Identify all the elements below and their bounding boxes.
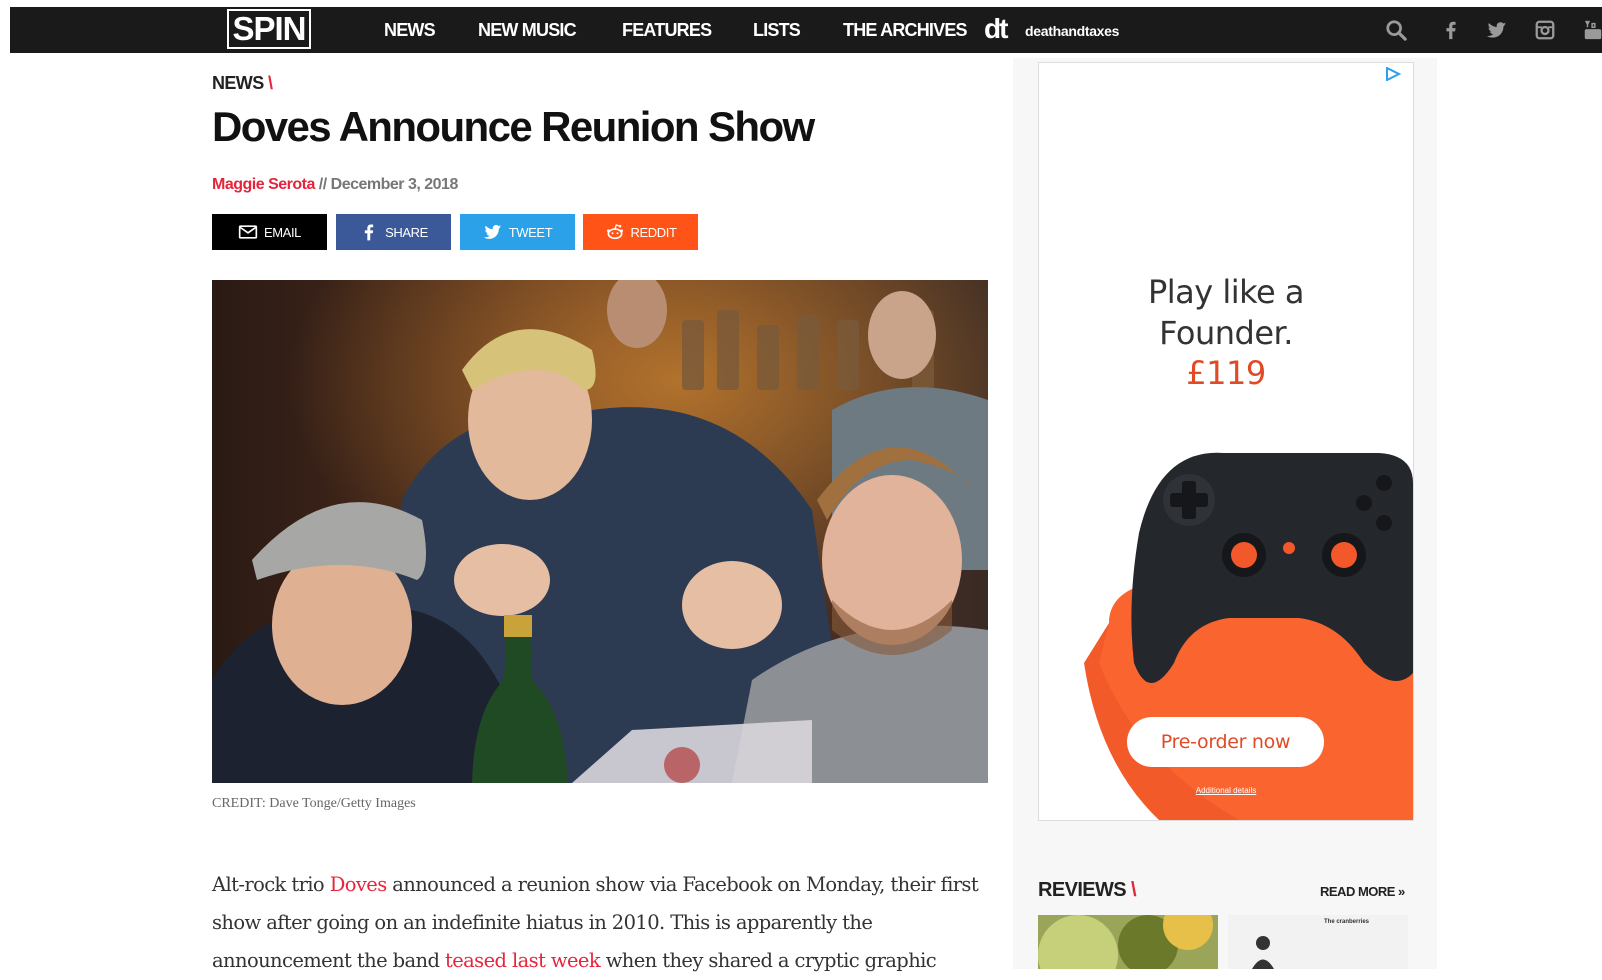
ad-headline-line-1: Play like a bbox=[1147, 273, 1305, 311]
top-navbar: SPIN NEWS NEW MUSIC FEATURES LISTS THE A… bbox=[10, 7, 1602, 53]
ad-headline-line-2: Founder. bbox=[1159, 314, 1293, 352]
nav-item-news[interactable]: NEWS bbox=[384, 20, 436, 41]
game-controller-icon bbox=[1084, 452, 1413, 820]
facebook-share-label: SHARE bbox=[385, 224, 428, 240]
ad-price: £119 bbox=[1186, 354, 1266, 392]
author-link[interactable]: Maggie Serota bbox=[212, 176, 315, 193]
email-share-label: EMAIL bbox=[263, 224, 301, 240]
ad-fine-print-link[interactable]: Additional details bbox=[1039, 786, 1413, 795]
envelope-icon bbox=[238, 225, 258, 239]
reddit-icon bbox=[606, 224, 623, 240]
twitter-share-button[interactable]: TWEET bbox=[460, 214, 575, 250]
section-slash: \ bbox=[268, 73, 273, 93]
search-icon[interactable] bbox=[1383, 17, 1409, 43]
review-thumbnail[interactable]: The cranberries bbox=[1228, 915, 1408, 969]
article-body: Alt-rock trio Doves announced a reunion … bbox=[212, 866, 992, 980]
logo-text: SPIN bbox=[227, 9, 311, 49]
section-name: NEWS bbox=[212, 73, 264, 93]
nav-item-features[interactable]: FEATURES bbox=[622, 20, 712, 41]
thumbnail-title: The cranberries bbox=[1324, 919, 1370, 925]
article-title: Doves Announce Reunion Show bbox=[212, 103, 815, 150]
spin-logo[interactable]: SPIN bbox=[226, 7, 312, 51]
date-separator: // bbox=[314, 176, 331, 193]
nav-item-new-music[interactable]: NEW MUSIC bbox=[478, 20, 577, 41]
youtube-icon[interactable] bbox=[1580, 17, 1602, 43]
deathandtaxes-link[interactable]: deathandtaxes bbox=[1025, 23, 1119, 39]
nav-item-the-archives[interactable]: THE ARCHIVES bbox=[843, 20, 968, 41]
reviews-label-text: REVIEWS bbox=[1038, 879, 1127, 901]
pre-order-button[interactable]: Pre-order now bbox=[1127, 717, 1324, 767]
article-section-label[interactable]: NEWS \ bbox=[212, 73, 273, 94]
facebook-share-button[interactable]: SHARE bbox=[336, 214, 451, 250]
twitter-share-label: TWEET bbox=[508, 224, 553, 240]
publish-date: December 3, 2018 bbox=[330, 176, 459, 193]
instagram-icon[interactable] bbox=[1532, 17, 1558, 43]
deathandtaxes-logo-mark[interactable]: dt bbox=[984, 13, 1008, 45]
twitter-icon bbox=[483, 224, 502, 239]
byline: Maggie Serota // December 3, 2018 bbox=[212, 176, 458, 194]
read-more-link[interactable]: READ MORE » bbox=[1320, 884, 1405, 899]
reddit-share-label: REDDIT bbox=[630, 224, 677, 240]
email-share-button[interactable]: EMAIL bbox=[212, 214, 327, 250]
doves-link[interactable]: Doves bbox=[330, 873, 388, 896]
article-hero-photo bbox=[212, 280, 988, 783]
reddit-share-button[interactable]: REDDIT bbox=[583, 214, 698, 250]
twitter-icon[interactable] bbox=[1484, 17, 1510, 43]
sidebar-advertisement[interactable]: Play like a Founder. £119 Pre-order now … bbox=[1038, 62, 1414, 821]
reviews-slash: \ bbox=[1131, 879, 1137, 901]
body-text-segment-1: Alt-rock trio bbox=[212, 873, 330, 896]
nav-item-lists[interactable]: LISTS bbox=[753, 20, 801, 41]
reviews-heading: REVIEWS \ bbox=[1038, 879, 1137, 902]
facebook-icon bbox=[364, 224, 374, 241]
facebook-icon[interactable] bbox=[1438, 17, 1464, 43]
photo-caption: CREDIT: Dave Tonge/Getty Images bbox=[212, 796, 416, 811]
review-thumbnail[interactable] bbox=[1038, 915, 1218, 969]
